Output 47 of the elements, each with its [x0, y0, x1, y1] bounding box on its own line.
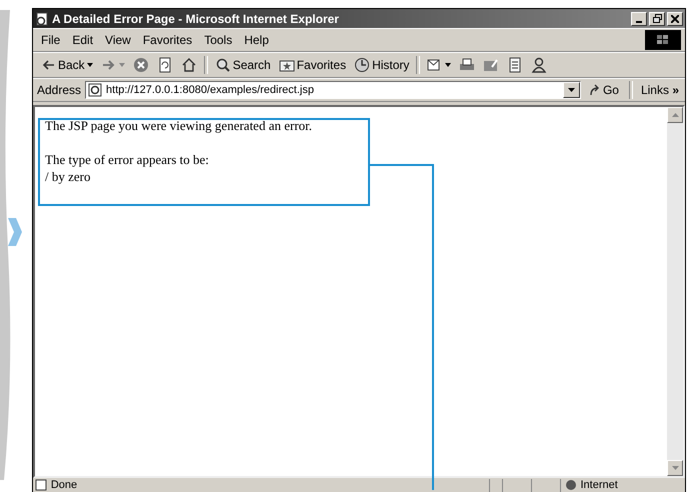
- stop-icon: [132, 57, 149, 73]
- menu-item[interactable]: File: [37, 33, 64, 47]
- menu-item[interactable]: View: [101, 33, 135, 47]
- printer-icon: [459, 57, 476, 73]
- go-arrow-icon: [588, 84, 601, 96]
- caret-icon: [568, 88, 575, 92]
- toolbar-button[interactable]: History: [351, 54, 412, 76]
- address-label: Address: [37, 83, 82, 97]
- search-icon: [214, 57, 231, 73]
- restore-button[interactable]: [649, 12, 665, 26]
- dropdown-button[interactable]: [562, 82, 580, 98]
- windows-logo-icon: [645, 30, 681, 50]
- caret-icon: [118, 63, 125, 67]
- window-title: A Detailed Error Page - Microsoft Internet Explorer: [52, 12, 339, 26]
- toolbar-button[interactable]: Favorites: [276, 54, 350, 76]
- toolbar-button[interactable]: Back: [37, 54, 96, 76]
- clock-icon: [354, 57, 370, 73]
- menu-item[interactable]: Edit: [68, 33, 98, 47]
- page-text: The type of error appears to be:: [45, 151, 210, 168]
- globe-icon: [564, 479, 576, 491]
- close-icon: [671, 14, 679, 22]
- close-button[interactable]: [667, 12, 683, 26]
- go-button[interactable]: Go: [584, 83, 623, 97]
- menu-item[interactable]: Help: [240, 33, 273, 47]
- minimize-icon: [636, 20, 642, 22]
- page-text: The JSP page you were viewing generated an error.: [45, 117, 314, 134]
- caret-icon: [86, 63, 93, 67]
- menu-item[interactable]: Tools: [200, 33, 236, 47]
- address-field[interactable]: http://127.0.0.1:8080/examples/redirect.jsp: [85, 81, 581, 99]
- status-text: Done: [50, 479, 78, 491]
- ie-page-icon: [35, 12, 49, 26]
- links-button[interactable]: Links »: [638, 83, 681, 97]
- restore-icon: [652, 14, 662, 23]
- scroll-bar[interactable]: [667, 107, 683, 476]
- person-icon: [531, 57, 548, 73]
- refresh-icon: [156, 57, 173, 73]
- zone-text: Internet: [580, 479, 618, 491]
- home-icon: [180, 57, 197, 73]
- minimize-button[interactable]: [631, 12, 647, 26]
- chevron-icon: [8, 218, 22, 246]
- toolbar-button[interactable]: Search: [212, 54, 274, 76]
- pencil-icon: [483, 57, 500, 73]
- page-text: / by zero: [45, 168, 92, 185]
- caret-icon: [445, 63, 452, 67]
- page-icon: [507, 57, 524, 73]
- menu-item[interactable]: Favorites: [138, 33, 196, 47]
- page-icon: [88, 83, 102, 97]
